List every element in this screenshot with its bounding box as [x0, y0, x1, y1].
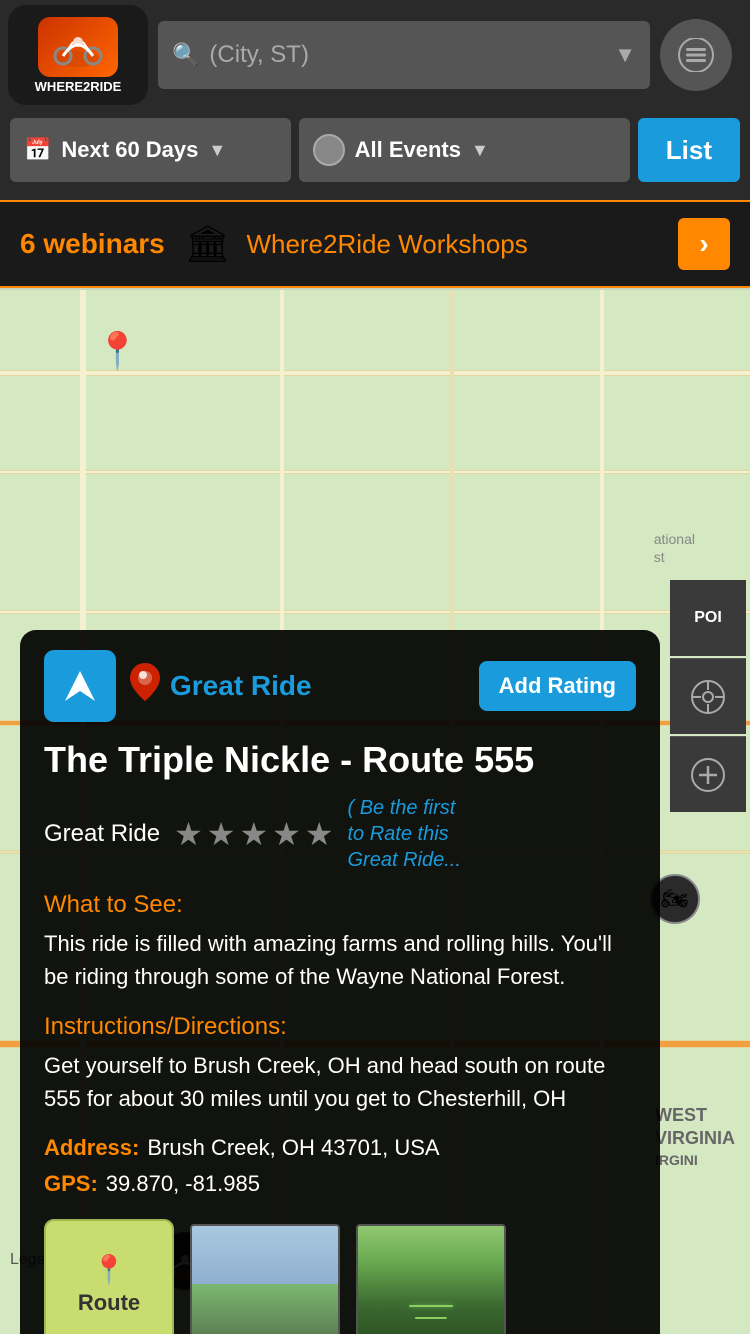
app-header: WHERE2RIDE 🔍 (City, ST) ▼ 📅 Next 60 Days…: [0, 0, 750, 200]
event-filter-button[interactable]: All Events ▼: [299, 118, 630, 182]
rating-label: Great Ride: [44, 820, 160, 848]
event-filter-toggle: [313, 134, 345, 166]
star-3[interactable]: ★: [239, 815, 268, 853]
app-logo[interactable]: WHERE2RIDE: [8, 5, 148, 105]
thumbnail-2[interactable]: [356, 1224, 506, 1334]
star-2[interactable]: ★: [207, 815, 236, 853]
map-label-national: ational st: [654, 530, 695, 566]
address-row: Address: Brush Creek, OH 43701, USA: [44, 1135, 636, 1161]
route-pin-icon: 📍: [92, 1253, 127, 1286]
poi-label: POI: [694, 609, 722, 627]
webinar-count: 6 webinars: [20, 228, 165, 260]
rate-cta-text: ( Be the firstto Rate thisGreat Ride...: [348, 795, 461, 873]
add-button[interactable]: [670, 736, 746, 812]
add-rating-label: Add Rating: [499, 673, 616, 698]
webinar-banner[interactable]: 6 webinars 🏛 Where2Ride Workshops ›: [0, 200, 750, 288]
search-icon: 🔍: [172, 42, 199, 68]
map-pin-icon: [130, 663, 160, 709]
route-button-label: Route: [78, 1290, 140, 1316]
date-filter-label: Next 60 Days: [61, 137, 198, 163]
what-to-see-label: What to See:: [44, 891, 636, 919]
search-placeholder: (City, ST): [209, 41, 614, 69]
address-label: Address:: [44, 1135, 139, 1161]
search-bar[interactable]: 🔍 (City, ST) ▼: [158, 21, 650, 89]
route-button[interactable]: 📍 Route: [44, 1219, 174, 1334]
list-button[interactable]: List: [638, 118, 740, 182]
gps-value: 39.870, -81.985: [106, 1171, 260, 1197]
star-5[interactable]: ★: [305, 815, 334, 853]
star-rating[interactable]: ★ ★ ★ ★ ★: [174, 815, 333, 853]
map-controls: POI: [670, 580, 750, 812]
star-1[interactable]: ★: [174, 815, 203, 853]
star-4[interactable]: ★: [272, 815, 301, 853]
menu-button[interactable]: [660, 19, 732, 91]
ride-type-label: Great Ride: [170, 670, 312, 702]
thumbnails-row: 📍 Route: [44, 1219, 636, 1334]
navigate-button[interactable]: [44, 650, 116, 722]
instructions-label: Instructions/Directions:: [44, 1013, 636, 1041]
ride-title: The Triple Nickle - Route 555: [44, 738, 636, 781]
locate-button[interactable]: [670, 658, 746, 734]
ride-type-badge: Great Ride: [130, 663, 465, 709]
date-filter-button[interactable]: 📅 Next 60 Days ▼: [10, 118, 291, 182]
date-filter-arrow: ▼: [208, 140, 226, 161]
search-dropdown-arrow[interactable]: ▼: [614, 42, 636, 68]
banner-arrow[interactable]: ›: [678, 218, 730, 270]
event-filter-arrow: ▼: [471, 140, 489, 161]
address-value: Brush Creek, OH 43701, USA: [147, 1135, 439, 1161]
logo-text: WHERE2RIDE: [35, 79, 122, 94]
gps-label: GPS:: [44, 1171, 98, 1197]
map-label-west: WEST VIRGINIA IRGINI: [655, 1104, 735, 1169]
event-filter-label: All Events: [355, 137, 461, 163]
instructions-text: Get yourself to Brush Creek, OH and head…: [44, 1049, 636, 1115]
list-button-label: List: [666, 135, 712, 166]
ride-description: This ride is filled with amazing farms a…: [44, 927, 636, 993]
gps-row: GPS: 39.870, -81.985: [44, 1171, 636, 1197]
poi-button[interactable]: POI: [670, 580, 746, 656]
thumbnail-1[interactable]: [190, 1224, 340, 1334]
calendar-icon: 📅: [24, 137, 51, 163]
add-rating-button[interactable]: Add Rating: [479, 661, 636, 711]
map-background[interactable]: ational st WEST VIRGINIA IRGINI 📍 🏍 Lega…: [0, 290, 750, 1334]
rating-row: Great Ride ★ ★ ★ ★ ★ ( Be the firstto Ra…: [44, 795, 636, 873]
ride-popup-card: Great Ride Add Rating The Triple Nickle …: [20, 630, 660, 1334]
banner-icon: 🏛: [185, 223, 231, 265]
banner-text: Where2Ride Workshops: [246, 229, 678, 260]
map-pin-top: 📍: [95, 330, 140, 372]
logo-icon: [38, 17, 118, 77]
